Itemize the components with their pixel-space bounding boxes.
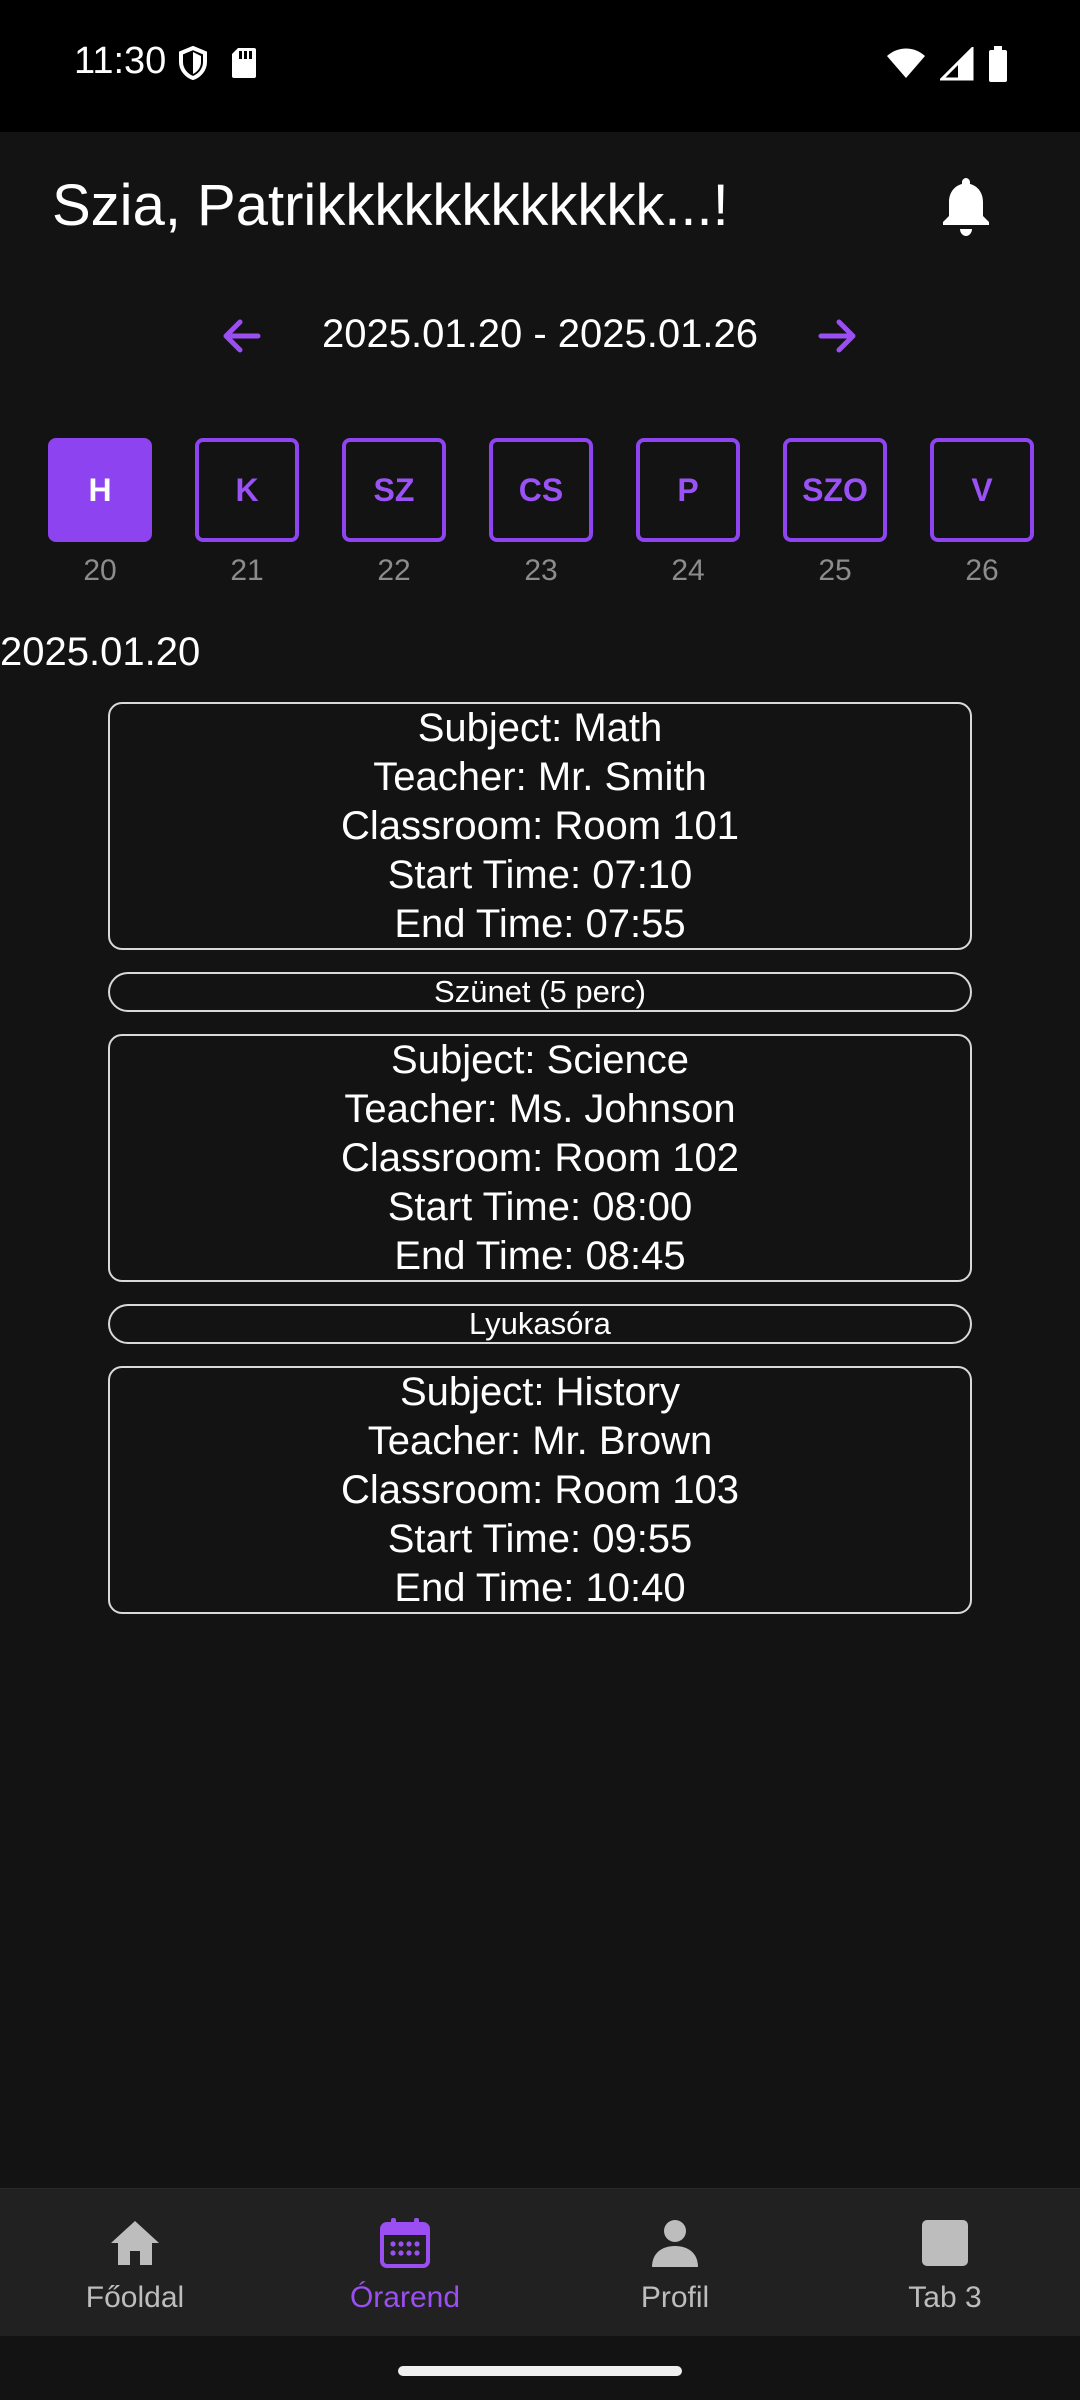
day-button[interactable]: CS [489,438,593,542]
week-navigator: 2025.01.20 - 2025.01.26 [0,304,1080,368]
lesson-teacher: Teacher: Mr. Brown [367,1418,713,1463]
tab-label: Tab 3 [908,2281,982,2314]
square-icon [922,2220,968,2266]
free-period-pill: Lyukasóra [108,1304,972,1344]
day-number: 20 [83,554,117,587]
calendar-icon [380,2218,430,2268]
day-selector: H 20 K 21 SZ 22 CS 23 P 24 SZO 25 V 26 [48,438,1035,598]
day-friday[interactable]: P 24 [636,438,740,588]
day-number: 26 [965,554,999,587]
signal-icon [940,47,974,81]
day-tuesday[interactable]: K 21 [195,438,299,588]
day-button[interactable]: H [48,438,152,542]
lesson-subject: Subject: Science [391,1037,689,1082]
week-range: 2025.01.20 - 2025.01.26 [322,312,758,356]
tab-3[interactable]: Tab 3 [810,2189,1080,2337]
day-button[interactable]: SZ [342,438,446,542]
battery-icon [989,46,1007,82]
day-button[interactable]: V [930,438,1034,542]
lesson-end-time: End Time: 07:55 [394,901,686,946]
tab-home[interactable]: Főoldal [0,2189,270,2337]
lesson-start-time: Start Time: 08:00 [387,1184,693,1229]
lesson-teacher: Teacher: Mr. Smith [373,754,707,799]
day-button[interactable]: P [636,438,740,542]
tab-timetable[interactable]: Órarend [270,2189,540,2337]
lesson-card[interactable]: Subject: Science Teacher: Ms. Johnson Cl… [108,1034,972,1282]
day-wednesday[interactable]: SZ 22 [342,438,446,588]
lesson-teacher: Teacher: Ms. Johnson [344,1086,736,1131]
day-button[interactable]: SZO [783,438,887,542]
day-sunday[interactable]: V 26 [930,438,1034,588]
tab-label: Főoldal [85,2281,185,2314]
day-number: 23 [524,554,558,587]
day-button[interactable]: K [195,438,299,542]
greeting-title: Szia, Patrikkkkkkkkkkkk...! [52,173,729,238]
schedule-list: Subject: Math Teacher: Mr. Smith Classro… [108,702,972,1614]
lesson-end-time: End Time: 08:45 [394,1233,686,1278]
lesson-start-time: Start Time: 07:10 [387,852,693,897]
lesson-classroom: Classroom: Room 103 [341,1467,739,1512]
schedule-screen: Szia, Patrikkkkkkkkkkkk...! 2025.01.20 -… [0,132,1080,2400]
lesson-subject: Subject: Math [417,705,663,750]
arrow-right-icon[interactable] [813,312,861,360]
day-monday[interactable]: H 20 [48,438,152,588]
lesson-subject: Subject: History [399,1369,681,1414]
day-number: 24 [671,554,705,587]
day-thursday[interactable]: CS 23 [489,438,593,588]
person-icon [652,2220,698,2267]
lesson-start-time: Start Time: 09:55 [387,1516,693,1561]
status-time: 11:30 [74,40,167,82]
selected-date: 2025.01.20 [0,630,201,674]
wifi-icon [887,48,925,78]
day-number: 25 [818,554,852,587]
lesson-classroom: Classroom: Room 101 [341,803,739,848]
day-number: 22 [377,554,411,587]
day-number: 21 [230,554,264,587]
lesson-card[interactable]: Subject: Math Teacher: Mr. Smith Classro… [108,702,972,950]
lesson-card[interactable]: Subject: History Teacher: Mr. Brown Clas… [108,1366,972,1614]
sd-card-icon [232,48,256,78]
status-bar: 11:30 [0,0,1080,132]
tab-label: Órarend [349,2281,461,2314]
lesson-classroom: Classroom: Room 102 [341,1135,739,1180]
lesson-end-time: End Time: 10:40 [394,1565,686,1610]
tab-profile[interactable]: Profil [540,2189,810,2337]
shield-icon [179,46,207,80]
home-indicator[interactable] [398,2366,682,2376]
bottom-navigation: Főoldal Órarend Profil Tab 3 [0,2188,1080,2336]
home-icon [111,2221,159,2265]
day-saturday[interactable]: SZO 25 [783,438,887,588]
break-pill: Szünet (5 perc) [108,972,972,1012]
bell-icon[interactable] [938,174,994,238]
tab-label: Profil [640,2281,710,2314]
